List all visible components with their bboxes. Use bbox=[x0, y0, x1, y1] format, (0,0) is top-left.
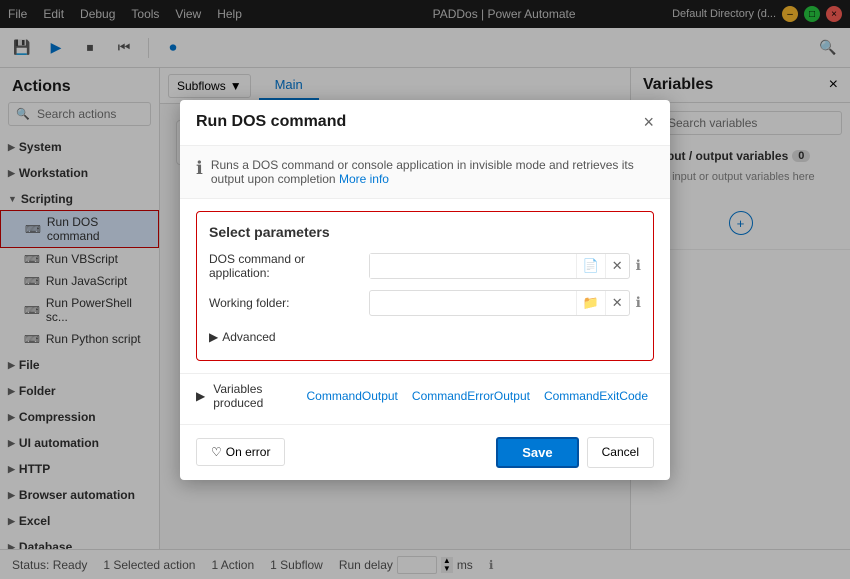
vars-produced-header[interactable]: ▶ Variables produced CommandOutput Comma… bbox=[196, 382, 654, 410]
dos-command-file-icon[interactable]: 📄 bbox=[576, 254, 605, 278]
modal-title: Run DOS command bbox=[196, 113, 346, 131]
modal-close-button[interactable]: × bbox=[643, 112, 654, 133]
params-section: Select parameters DOS command or applica… bbox=[196, 211, 654, 361]
working-folder-input-wrap: H:\UWP APP Development\All Articles\Powe… bbox=[369, 290, 630, 316]
dos-command-input[interactable]: Dir bbox=[370, 254, 576, 278]
cancel-button[interactable]: Cancel bbox=[587, 437, 654, 468]
footer-actions: Save Cancel bbox=[496, 437, 654, 468]
advanced-chevron-icon: ▶ bbox=[209, 330, 218, 344]
vars-produced-section: ▶ Variables produced CommandOutput Comma… bbox=[180, 373, 670, 424]
modal-description-text: Runs a DOS command or console applicatio… bbox=[211, 158, 654, 186]
params-title: Select parameters bbox=[209, 224, 641, 240]
working-folder-clear-icon[interactable]: ✕ bbox=[605, 291, 629, 315]
vars-produced-label: Variables produced bbox=[213, 382, 298, 410]
var-tag-3[interactable]: CommandExitCode bbox=[544, 389, 648, 403]
advanced-label: Advanced bbox=[222, 330, 275, 344]
working-folder-label: Working folder: bbox=[209, 296, 369, 310]
param-row-working-folder: Working folder: H:\UWP APP Development\A… bbox=[209, 290, 641, 316]
heart-icon: ♡ bbox=[211, 445, 222, 459]
dos-command-label: DOS command or application: bbox=[209, 252, 369, 280]
dos-command-clear-icon[interactable]: ✕ bbox=[605, 254, 629, 278]
modal-footer: ♡ On error Save Cancel bbox=[180, 424, 670, 480]
save-button[interactable]: Save bbox=[496, 437, 578, 468]
modal-info-icon: ℹ bbox=[196, 158, 203, 179]
working-folder-info-icon[interactable]: ℹ bbox=[636, 294, 641, 311]
more-info-link[interactable]: More info bbox=[339, 172, 389, 186]
dos-command-info-icon[interactable]: ℹ bbox=[636, 257, 641, 274]
modal-overlay: Run DOS command × ℹ Runs a DOS command o… bbox=[0, 0, 850, 579]
modal-header: Run DOS command × bbox=[180, 100, 670, 146]
on-error-label: On error bbox=[226, 445, 271, 459]
modal-run-dos: Run DOS command × ℹ Runs a DOS command o… bbox=[180, 100, 670, 480]
advanced-row[interactable]: ▶ Advanced bbox=[209, 326, 641, 348]
param-row-dos-command: DOS command or application: Dir 📄 ✕ ℹ bbox=[209, 252, 641, 280]
vars-produced-chevron-icon: ▶ bbox=[196, 389, 205, 403]
working-folder-input[interactable]: H:\UWP APP Development\All Articles\Powe… bbox=[370, 292, 576, 314]
on-error-button[interactable]: ♡ On error bbox=[196, 438, 285, 466]
working-folder-browse-icon[interactable]: 📁 bbox=[576, 291, 605, 315]
var-tag-1[interactable]: CommandOutput bbox=[307, 389, 398, 403]
dos-command-input-wrap: Dir 📄 ✕ bbox=[369, 253, 630, 279]
modal-description: ℹ Runs a DOS command or console applicat… bbox=[180, 146, 670, 199]
var-tag-2[interactable]: CommandErrorOutput bbox=[412, 389, 530, 403]
